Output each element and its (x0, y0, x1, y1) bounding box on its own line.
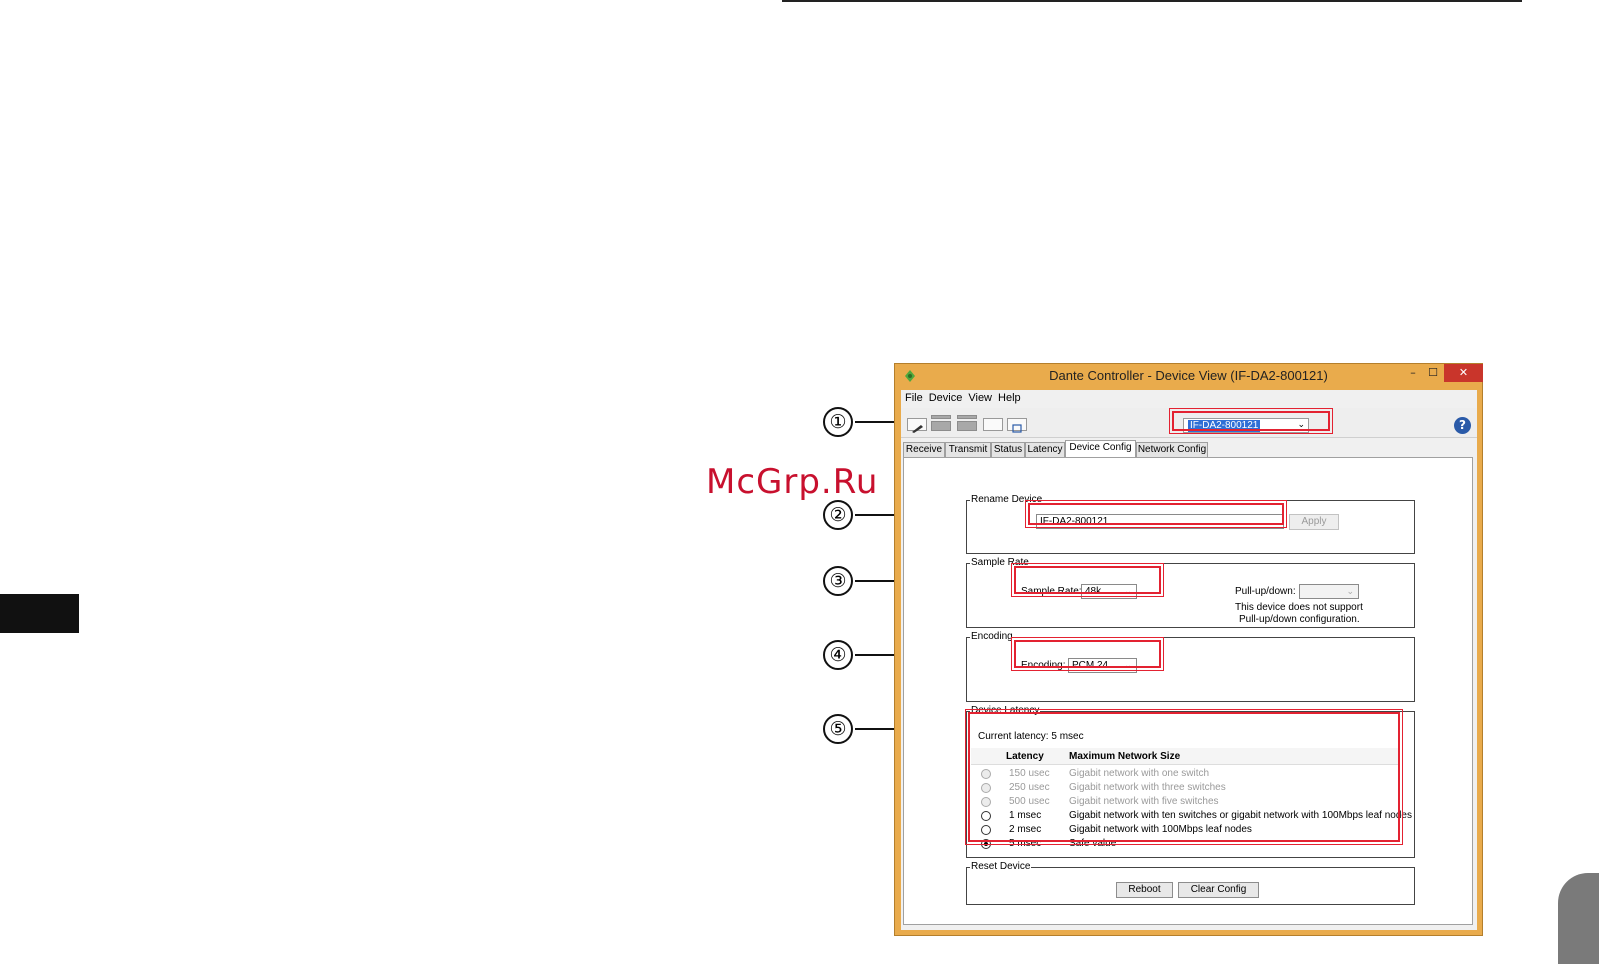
pullup-select[interactable]: ⌄ (1299, 584, 1359, 599)
encoding-title: Encoding (970, 631, 1014, 642)
highlight-sample-rate (1011, 563, 1164, 597)
edit-icon[interactable] (907, 418, 927, 433)
reset-device-title: Reset Device (970, 861, 1032, 872)
window-client: File Device View Help IF-DA2-800121 ⌄ ? Rec… (901, 390, 1477, 930)
clear-config-button[interactable]: Clear Config (1178, 882, 1259, 898)
highlight-latency-table (965, 709, 1403, 845)
callout-2: ② (823, 500, 853, 530)
highlight-rename-input (1025, 500, 1287, 528)
toolbar-bar-icon-1a (931, 415, 951, 419)
toolbar-gray-button-1[interactable] (931, 421, 951, 431)
tab-status[interactable]: Status (991, 442, 1025, 457)
pullup-note-line2: Pull-up/down configuration. (1239, 614, 1360, 625)
chevron-down-icon: ⌄ (1346, 586, 1354, 596)
title-bar[interactable]: Dante Controller - Device View (IF-DA2-8… (895, 364, 1483, 390)
highlight-encoding (1011, 637, 1164, 671)
pullup-note-line1: This device does not support (1235, 602, 1363, 613)
toolbar-bar-icon-2a (957, 415, 977, 419)
minimize-button[interactable]: – (1403, 364, 1423, 382)
menu-help[interactable]: Help (994, 390, 1023, 404)
new-window-icon[interactable] (983, 418, 1003, 431)
help-icon[interactable]: ? (1454, 417, 1471, 434)
menu-view[interactable]: View (964, 390, 994, 404)
callout-3: ③ (823, 566, 853, 596)
tab-latency[interactable]: Latency (1025, 442, 1065, 457)
dante-controller-window: Dante Controller - Device View (IF-DA2-8… (894, 363, 1483, 936)
reset-device-group: Reset Device Reboot Clear Config (966, 861, 1415, 905)
section-tab-left (0, 594, 79, 633)
maximize-button[interactable]: ☐ (1423, 364, 1443, 382)
callout-4: ④ (823, 640, 853, 670)
reboot-button[interactable]: Reboot (1116, 882, 1173, 898)
menu-device[interactable]: Device (925, 390, 965, 404)
watermark: McGrp.Ru (706, 462, 879, 502)
tab-transmit[interactable]: Transmit (945, 442, 991, 457)
window-title: Dante Controller - Device View (IF-DA2-8… (1049, 368, 1328, 383)
tab-receive[interactable]: Receive (903, 442, 945, 457)
section-tab-right (1558, 873, 1599, 964)
apply-button[interactable]: Apply (1289, 514, 1339, 530)
callout-1: ① (823, 407, 853, 437)
top-rule (782, 0, 1522, 2)
tab-device-config[interactable]: Device Config (1065, 440, 1136, 457)
close-button[interactable]: ✕ (1444, 364, 1483, 382)
menu-file[interactable]: File (901, 390, 925, 404)
menu-bar: File Device View Help (901, 390, 1477, 408)
toolbar-gray-button-2[interactable] (957, 421, 977, 431)
device-config-panel: Rename Device IF-DA2-800121 Apply Sample… (903, 457, 1473, 925)
refresh-icon[interactable] (1007, 418, 1027, 433)
highlight-device-selector (1169, 408, 1333, 434)
callout-5: ⑤ (823, 714, 853, 744)
tab-network-config[interactable]: Network Config (1136, 442, 1208, 457)
pullup-label: Pull-up/down: (1235, 586, 1296, 597)
